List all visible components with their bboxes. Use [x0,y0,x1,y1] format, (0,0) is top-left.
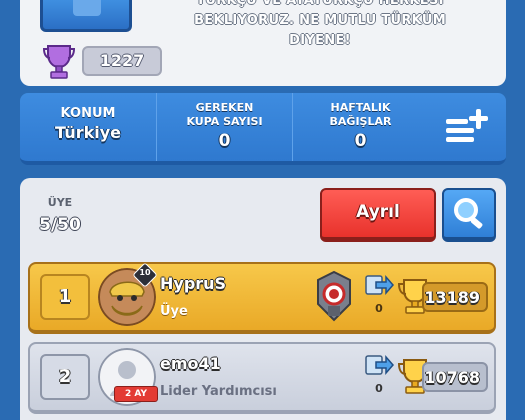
required-label-line-1: GEREKEN [195,101,254,114]
member-count: ÜYE 5/50 [30,196,90,235]
donation-count: 0 [375,302,383,315]
location-label: KONUM [60,106,116,121]
purple-trophy-icon [42,45,76,79]
donations-label-line-2: BAĞIŞLAR [329,115,392,128]
member-name: emo41 [160,354,221,373]
clan-badge-emblem [73,0,101,16]
required-trophies-cell: GEREKEN KUPA SAYISI 0 [156,93,292,161]
card-donation-icon [365,275,394,295]
location-value: Türkiye [54,123,122,142]
member-trophies: 10768 [422,362,488,392]
location-cell: KONUM Türkiye [20,93,156,161]
league-badge-icon [317,270,351,322]
search-button[interactable] [442,188,496,242]
member-rank: 2 [40,354,90,400]
required-trophies-value: 0 [218,131,231,151]
member-count-value: 5/50 [39,215,81,235]
member-rank: 1 [40,274,90,320]
member-role: Lider Yardımcısı [160,384,277,399]
member-row[interactable]: 2 2 AY emo41 Lider Yardımcısı 0 10768 [28,342,496,414]
member-trophies: 13189 [422,282,488,312]
member-count-label: ÜYE [47,196,73,209]
weekly-donations-value: 0 [354,131,367,151]
member-row[interactable]: 1 10 HypruS Üye 0 13189 [28,262,496,334]
tenure-badge: 2 AY [114,386,158,402]
required-trophies-label: GEREKEN KUPA SAYISI [157,93,292,129]
description-line-2: BEKLIYORUZ. NE MUTLU TÜRKÜM [194,13,446,28]
member-level: 10 [139,268,151,277]
description-line-3: DIYENE! [289,33,351,48]
clan-trophies: 1227 [42,42,164,80]
member-name: HypruS [160,274,227,293]
clan-description: TÜRKÇÜ VE ATATÜRKÇÜ HERKESI BEKLIYORUZ. … [170,0,470,51]
weekly-donations-cell: HAFTALIK BAĞIŞLAR 0 [292,93,428,161]
donation-count: 0 [375,382,383,395]
member-role: Üye [160,304,188,319]
clan-trophy-count: 1227 [82,46,162,76]
card-donation-icon [365,355,394,375]
donations-label-line-1: HAFTALIK [330,101,391,114]
list-add-icon[interactable] [444,107,490,147]
required-label-line-2: KUPA SAYISI [186,115,263,128]
weekly-donations-label: HAFTALIK BAĞIŞLAR [293,93,428,129]
clan-info-bar: KONUM Türkiye GEREKEN KUPA SAYISI 0 HAFT… [20,93,506,165]
donation-info: 0 [364,352,394,402]
search-icon [454,198,483,229]
leave-clan-button[interactable]: Ayrıl [320,188,436,242]
description-line-1: TÜRKÇÜ VE ATATÜRKÇÜ HERKESI [196,0,444,8]
clan-badge [40,0,132,32]
donation-info: 0 [364,272,394,322]
